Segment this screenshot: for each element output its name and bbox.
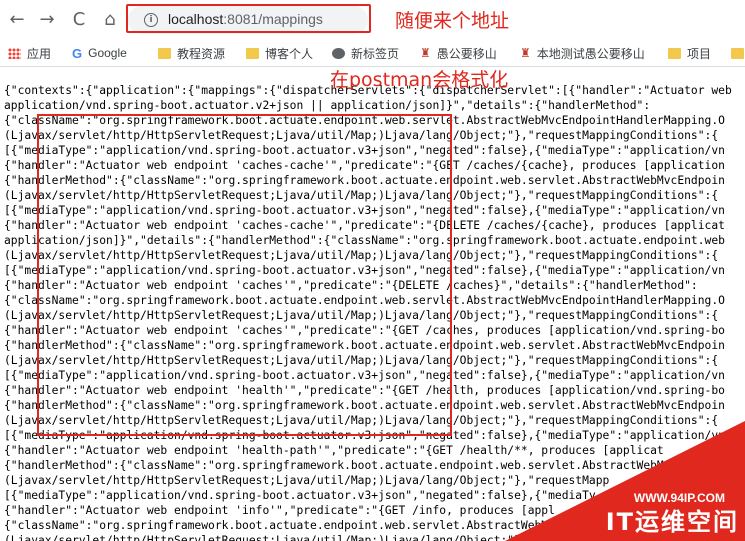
browser-toolbar: ← → C ⌂ i localhost:8081/mappings 随便来个地址	[0, 0, 745, 40]
body-annotation: 在postman会格式化	[330, 69, 509, 91]
bookmark-tutorials[interactable]: 教程资源	[158, 44, 225, 62]
bookmark-google[interactable]: G Google	[72, 44, 127, 62]
reload-icon[interactable]: C	[68, 9, 90, 31]
bookmark-yugong[interactable]: ♜ 愚公要移山	[420, 44, 497, 62]
folder-icon	[158, 47, 171, 59]
bookmark-label: 应用	[27, 46, 52, 61]
bookmark-label: 项目	[687, 46, 712, 61]
json-line: {"handler":"Actuator web endpoint 'info'…	[4, 504, 555, 517]
watermark: WWW.94IP.COM IT运维空间	[505, 421, 745, 541]
figure-icon: ♜	[420, 46, 431, 60]
bookmark-label: 新标签页	[351, 46, 400, 61]
bookmarks-bar: 应用 G Google 教程资源 博客个人 新标签页 ♜ 愚公要移山 ♜ 本地测…	[0, 40, 745, 67]
watermark-name: IT运维空间	[605, 508, 739, 536]
figure-icon: ♜	[520, 46, 531, 60]
bookmark-newtab[interactable]: 新标签页	[332, 44, 399, 62]
bookmark-label: 愚公要移山	[436, 46, 497, 61]
json-highlight-box	[37, 114, 452, 436]
bookmark-label: Google	[88, 46, 127, 60]
bookmark-local-yugong[interactable]: ♜ 本地测试愚公要移山	[520, 44, 645, 62]
bookmark-label: 博客个人	[265, 46, 314, 61]
json-line: application/vnd.spring-boot.actuator.v2+…	[4, 99, 651, 112]
json-line: {"className":"org.springframework.boot.a…	[4, 519, 562, 532]
url-annotation: 随便来个地址	[395, 10, 510, 32]
forward-icon[interactable]: →	[36, 9, 58, 31]
back-icon[interactable]: ←	[6, 9, 28, 31]
url-highlight-box	[126, 4, 371, 33]
home-icon[interactable]: ⌂	[99, 9, 121, 31]
bookmark-label: 教程资源	[177, 46, 226, 61]
google-icon: G	[72, 45, 83, 61]
folder-icon	[731, 47, 744, 59]
apps-icon	[8, 47, 21, 59]
folder-icon	[668, 47, 681, 59]
bookmark-overflow[interactable]	[731, 44, 745, 62]
bookmark-blog[interactable]: 博客个人	[246, 44, 313, 62]
bookmark-projects[interactable]: 项目	[668, 44, 711, 62]
json-line: (Ljavax/servlet/http/HttpServletRequest;…	[4, 534, 549, 541]
bookmark-apps[interactable]: 应用	[8, 44, 51, 62]
folder-icon	[246, 47, 259, 59]
globe-icon	[332, 47, 345, 59]
bookmark-label: 本地测试愚公要移山	[536, 46, 645, 61]
